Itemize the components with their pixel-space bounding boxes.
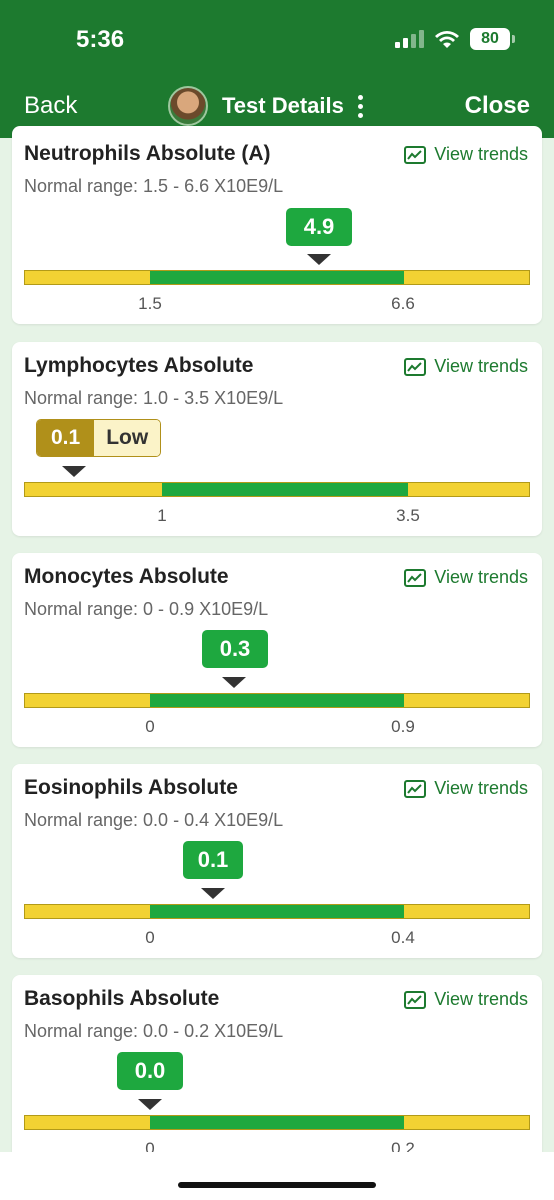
- nav-title-group: Test Details: [168, 86, 367, 126]
- wifi-icon: [435, 31, 459, 48]
- page-title: Test Details: [222, 93, 344, 118]
- test-name: Neutrophils Absolute (A): [24, 142, 271, 165]
- range-bar: [24, 904, 530, 919]
- test-name: Basophils Absolute: [24, 987, 220, 1010]
- result-pointer: [62, 466, 86, 477]
- range-bar: [24, 482, 530, 497]
- range-high-tick: 3.5: [396, 506, 420, 525]
- normal-range: Normal range: 0 - 0.9 X10E9/L: [24, 599, 269, 619]
- range-bar: [24, 693, 530, 708]
- trend-chart-icon: [404, 990, 427, 1009]
- more-options-icon[interactable]: [354, 91, 367, 122]
- result-value: 0.1: [37, 420, 95, 456]
- normal-range: Normal range: 0.0 - 0.4 X10E9/L: [24, 810, 284, 830]
- cellular-signal-icon: [395, 30, 424, 48]
- result-pointer: [222, 677, 246, 688]
- test-name: Monocytes Absolute: [24, 565, 229, 588]
- test-card-eosinophils: Eosinophils Absolute View trends Normal …: [12, 764, 542, 958]
- view-trends-link[interactable]: View trends: [404, 778, 528, 799]
- low-result-badge: 0.1 Low: [36, 419, 162, 457]
- result-pointer: [201, 888, 225, 899]
- result-pointer: [138, 1099, 162, 1110]
- view-trends-label: View trends: [434, 144, 528, 164]
- close-button[interactable]: Close: [465, 92, 530, 120]
- avatar[interactable]: [168, 86, 208, 126]
- bottom-safe-area: [0, 1152, 554, 1200]
- home-indicator[interactable]: [178, 1182, 376, 1188]
- app-header: 5:36 80 Back Test Details Close: [0, 0, 554, 138]
- range-low-tick: 1: [157, 506, 167, 525]
- normal-range-segment: [150, 271, 404, 284]
- view-trends-label: View trends: [434, 778, 528, 798]
- normal-range-segment: [150, 1116, 404, 1129]
- result-value-badge: 0.1: [183, 841, 243, 879]
- normal-range-segment: [150, 905, 404, 918]
- test-name: Eosinophils Absolute: [24, 776, 238, 799]
- result-value-badge: 0.3: [202, 630, 268, 668]
- view-trends-label: View trends: [434, 567, 528, 587]
- trend-chart-icon: [404, 568, 427, 587]
- range-low-tick: 0: [145, 928, 155, 947]
- result-value-badge: 4.9: [286, 208, 352, 246]
- range-low-tick: 0: [145, 717, 155, 736]
- range-high-tick: 0.9: [391, 717, 415, 736]
- normal-range: Normal range: 0.0 - 0.2 X10E9/L: [24, 1021, 284, 1041]
- result-pointer: [307, 254, 331, 265]
- range-high-tick: 0.4: [391, 928, 415, 947]
- battery-icon: 80: [470, 28, 515, 50]
- low-flag-label: Low: [94, 420, 161, 456]
- range-high-tick: 6.6: [391, 294, 415, 313]
- status-icons: 80: [395, 28, 515, 50]
- status-time: 5:36: [76, 26, 125, 53]
- back-button[interactable]: Back: [24, 92, 77, 120]
- test-card-monocytes: Monocytes Absolute View trends Normal ra…: [12, 553, 542, 747]
- range-low-tick: 1.5: [138, 294, 162, 313]
- range-bar: [24, 1115, 530, 1130]
- test-card-lymphocytes: Lymphocytes Absolute View trends Normal …: [12, 342, 542, 536]
- view-trends-label: View trends: [434, 989, 528, 1009]
- view-trends-label: View trends: [434, 356, 528, 376]
- normal-range-segment: [162, 483, 408, 496]
- test-card-neutrophils: Neutrophils Absolute (A) View trends Nor…: [12, 126, 542, 324]
- view-trends-link[interactable]: View trends: [404, 144, 528, 165]
- range-bar: [24, 270, 530, 285]
- normal-range: Normal range: 1.0 - 3.5 X10E9/L: [24, 388, 284, 408]
- result-value-badge: 0.0: [117, 1052, 183, 1090]
- view-trends-link[interactable]: View trends: [404, 567, 528, 588]
- trend-chart-icon: [404, 357, 427, 376]
- trend-chart-icon: [404, 145, 427, 164]
- test-name: Lymphocytes Absolute: [24, 354, 254, 377]
- view-trends-link[interactable]: View trends: [404, 989, 528, 1010]
- test-card-basophils: Basophils Absolute View trends Normal ra…: [12, 975, 542, 1175]
- view-trends-link[interactable]: View trends: [404, 356, 528, 377]
- normal-range: Normal range: 1.5 - 6.6 X10E9/L: [24, 176, 284, 196]
- normal-range-segment: [150, 694, 404, 707]
- trend-chart-icon: [404, 779, 427, 798]
